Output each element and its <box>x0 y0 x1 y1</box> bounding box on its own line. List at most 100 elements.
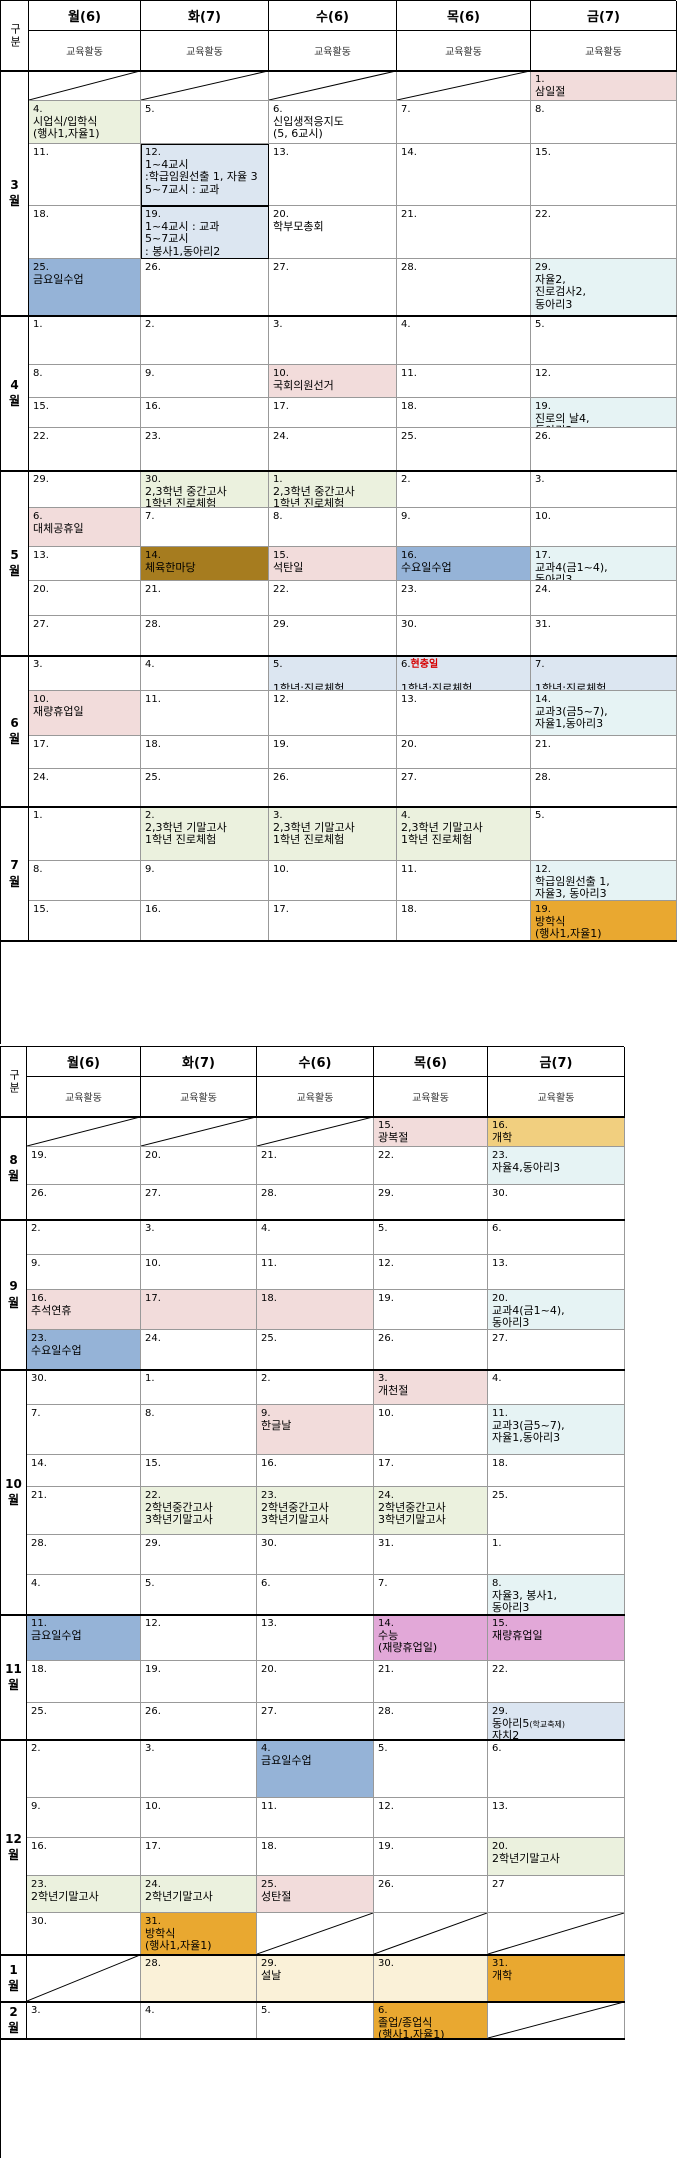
calendar-day-cell: 30. <box>488 1185 625 1220</box>
calendar-day-cell: 21. <box>141 581 269 616</box>
calendar-day-cell: 16. <box>257 1455 374 1487</box>
calendar-day-cell: 24. 2학년중간고사 3학년기말고사 <box>374 1487 488 1535</box>
calendar-day-cell: 18. <box>27 1661 141 1703</box>
calendar-day-cell: 6. <box>488 1740 625 1798</box>
calendar-day-cell: 10. <box>141 1798 257 1838</box>
calendar-day-cell: 26. <box>531 428 677 471</box>
month-label: 5월 <box>1 471 29 656</box>
calendar-day-cell: 10. 국회의원선거 <box>269 365 397 398</box>
calendar-day-cell: 25. <box>27 1703 141 1740</box>
calendar-day-cell: 16. <box>27 1838 141 1876</box>
calendar-day-cell: 23. 2학년중간고사 3학년기말고사 <box>257 1487 374 1535</box>
calendar-day-cell: 3. <box>141 1220 257 1255</box>
calendar-day-cell: 12. <box>374 1255 488 1290</box>
header-separator <box>1 70 677 72</box>
header-day: 목(6) <box>397 1 531 31</box>
calendar-day-cell: 9. <box>27 1255 141 1290</box>
calendar-day-cell: 22. 2학년중간고사 3학년기말고사 <box>141 1487 257 1535</box>
calendar-day-cell: 25. <box>141 769 269 807</box>
diagonal-slash <box>27 1955 140 2001</box>
calendar-day-cell: 23. 2학년기말고사 <box>27 1876 141 1913</box>
calendar-day-cell: 1. 삼일절 <box>531 71 677 101</box>
calendar-day-cell <box>27 1117 141 1147</box>
month-separator <box>1 1739 625 1741</box>
calendar-day-cell: 13. <box>397 691 531 736</box>
calendar-day-cell: 11. <box>141 691 269 736</box>
calendar-day-cell: 23. <box>397 581 531 616</box>
calendar-day-cell: 19. <box>269 736 397 769</box>
calendar-day-cell: 14. 수능 (재량휴업일) <box>374 1615 488 1661</box>
header-separator <box>1 1116 625 1118</box>
month-label: 3월 <box>1 71 29 316</box>
calendar-day-cell: 6. <box>488 1220 625 1255</box>
calendar-day-cell: 5. <box>141 1575 257 1615</box>
calendar-day-cell: 9. <box>141 861 269 901</box>
calendar-day-cell: 4. <box>27 1575 141 1615</box>
calendar-day-cell: 29. <box>29 471 141 508</box>
calendar-day-cell: 6. <box>257 1575 374 1615</box>
calendar-day-cell: 29. <box>141 1535 257 1575</box>
calendar-day-cell: 11. <box>257 1798 374 1838</box>
calendar-day-cell: 5. <box>531 807 677 861</box>
calendar-day-cell: 25. <box>257 1330 374 1370</box>
calendar-day-cell: 11. <box>29 144 141 206</box>
calendar-day-cell: 3. <box>141 1740 257 1798</box>
calendar-day-cell: 10. <box>141 1255 257 1290</box>
calendar-day-cell: 12. 학급임원선출 1, 자율3, 동아리3 <box>531 861 677 901</box>
calendar-day-cell: 5. 1학년:진로체험2,3학년:수련/수학여행(교과4+자율2) <box>269 656 397 691</box>
calendar-day-cell: 24. <box>29 769 141 807</box>
calendar-day-cell: 28. <box>141 1955 257 2002</box>
calendar-day-cell: 28. <box>257 1185 374 1220</box>
diagonal-slash <box>488 2002 624 2038</box>
calendar-day-cell: 4. <box>397 316 531 365</box>
calendar-day-cell: 15. <box>141 1455 257 1487</box>
calendar-day-cell: 24. <box>269 428 397 471</box>
calendar-day-cell: 16. <box>141 398 269 428</box>
header-activity: 교육활동 <box>27 1077 141 1117</box>
calendar-day-cell: 15. 석탄일 <box>269 547 397 581</box>
calendar-day-cell: 27. <box>29 616 141 656</box>
calendar-day-cell: 14. <box>27 1455 141 1487</box>
calendar-day-cell: 27 <box>488 1876 625 1913</box>
calendar-day-cell: 3. 개천절 <box>374 1370 488 1405</box>
calendar-day-cell: 7. <box>374 1575 488 1615</box>
calendar-day-cell: 15. <box>531 144 677 206</box>
month-label: 4월 <box>1 316 29 471</box>
header-activity: 교육활동 <box>29 31 141 71</box>
calendar-day-cell: 28. <box>531 769 677 807</box>
diagonal-slash <box>488 1913 624 1954</box>
header-day: 화(7) <box>141 1047 257 1077</box>
month-separator <box>1 1219 625 1221</box>
header-activity: 교육활동 <box>257 1077 374 1117</box>
calendar-day-cell: 22. <box>531 206 677 259</box>
calendar-day-cell: 6. 졸업/종업식 (행사1,자율1) <box>374 2002 488 2039</box>
month-separator <box>1 940 677 942</box>
calendar-day-cell <box>27 1955 141 2002</box>
calendar-day-cell: 19. <box>374 1290 488 1330</box>
calendar-day-cell: 1. <box>29 316 141 365</box>
calendar-day-cell: 20. <box>141 1147 257 1185</box>
header-activity: 교육활동 <box>374 1077 488 1117</box>
calendar-day-cell: 1. <box>141 1370 257 1405</box>
month-separator <box>1 1614 625 1616</box>
calendar-day-cell <box>141 1117 257 1147</box>
diagonal-slash <box>374 1913 487 1954</box>
diagonal-slash <box>29 71 140 100</box>
calendar-day-cell <box>141 71 269 101</box>
calendar-day-cell: 3. <box>269 316 397 365</box>
header-activity: 교육활동 <box>531 31 677 71</box>
calendar-day-cell: 6.현충일 1학년:진로체험2,3학년:수련/수학여행(교과4+자율2) <box>397 656 531 691</box>
header-activity: 교육활동 <box>141 31 269 71</box>
calendar-day-cell <box>29 71 141 101</box>
calendar-day-cell: 21. <box>531 736 677 769</box>
calendar-day-cell: 30. <box>374 1955 488 2002</box>
calendar-day-cell: 4. 금요일수업 <box>257 1740 374 1798</box>
calendar-day-cell: 9. <box>27 1798 141 1838</box>
calendar-day-cell: 30. <box>27 1913 141 1955</box>
calendar-day-cell: 16. <box>141 901 269 941</box>
month-label: 2월 <box>1 2002 27 2039</box>
calendar-day-cell: 7. <box>397 101 531 144</box>
header-day: 목(6) <box>374 1047 488 1077</box>
calendar-day-cell: 24. <box>531 581 677 616</box>
calendar-day-cell: 24. <box>141 1330 257 1370</box>
